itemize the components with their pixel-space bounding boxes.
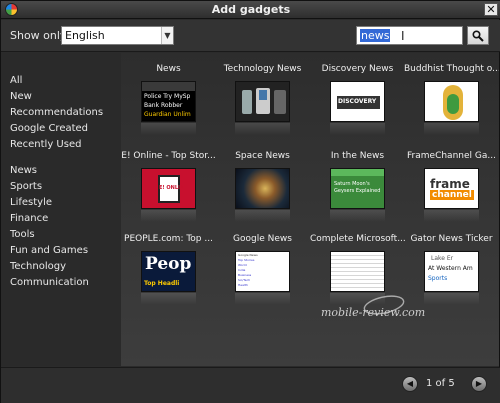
gadget-title: Gator News Ticker — [410, 234, 493, 244]
chevron-down-icon[interactable]: ▼ — [161, 27, 173, 44]
sidebar-item-lifestyle[interactable]: Lifestyle — [10, 197, 52, 208]
gadget-title: Buddhist Thought o... — [404, 64, 499, 74]
gadget-thumbnail[interactable] — [424, 81, 479, 122]
language-select[interactable]: English ▼ — [61, 26, 174, 45]
gadget-title: FrameChannel Ga... — [407, 151, 496, 161]
gadget-tile[interactable]: Space News — [215, 140, 310, 230]
gadget-tile[interactable]: Google News Google News Top Stories Worl… — [215, 223, 310, 313]
gadget-thumbnail[interactable] — [330, 251, 385, 292]
next-page-button[interactable]: ▶ — [471, 376, 487, 392]
watermark-text: mobile-review.com — [321, 306, 426, 319]
gadget-title: E! Online - Top Stor... — [121, 151, 216, 161]
gadget-thumbnail[interactable]: Lake Er At Western Am Sports — [424, 251, 479, 292]
sidebar-item-fun-and-games[interactable]: Fun and Games — [10, 245, 88, 256]
sidebar-item-recently-used[interactable]: Recently Used — [10, 139, 81, 150]
gadget-thumbnail[interactable]: Saturn Moon's Geysers Explained — [330, 168, 385, 209]
gadget-thumbnail[interactable]: E! ONLINE — [141, 168, 196, 209]
sidebar-item-sports[interactable]: Sports — [10, 181, 42, 192]
search-icon — [472, 30, 484, 42]
gadget-thumbnail[interactable]: Google News Top Stories World India Busi… — [235, 251, 290, 292]
gadget-thumbnail[interactable] — [235, 168, 290, 209]
search-button[interactable] — [467, 26, 489, 45]
previous-page-button[interactable]: ◀ — [402, 376, 418, 392]
sidebar-item-technology[interactable]: Technology — [10, 261, 66, 272]
close-button[interactable]: ✕ — [484, 3, 498, 16]
watermark: mobile-review.com — [301, 292, 496, 332]
category-sidebar: All New Recommendations Google Created R… — [1, 53, 121, 366]
gadget-title: In the News — [330, 151, 385, 161]
gadget-tile[interactable]: News Police Try MySp Bank Robber Guardia… — [121, 53, 216, 143]
page-indicator: 1 of 5 — [426, 378, 455, 389]
gadget-title: PEOPLE.com: Top ... — [124, 234, 213, 244]
search-input[interactable]: news I — [356, 26, 463, 45]
sidebar-item-tools[interactable]: Tools — [10, 229, 35, 240]
gadget-title: Google News — [233, 234, 292, 244]
title-bar[interactable]: Add gadgets ✕ — [1, 1, 500, 19]
window-title: Add gadgets — [211, 3, 291, 16]
gadget-thumbnail[interactable]: Police Try MySp Bank Robber Guardian Unl… — [141, 81, 196, 122]
sidebar-item-recommendations[interactable]: Recommendations — [10, 107, 103, 118]
gadget-tile[interactable]: Discovery News DISCOVERY — [310, 53, 405, 143]
text-cursor-icon: I — [401, 29, 405, 43]
gadget-title: Complete Microsoft... — [310, 234, 405, 244]
gadget-tile[interactable]: PEOPLE.com: Top ... Peop Top Headli — [121, 223, 216, 313]
gadget-thumbnail[interactable] — [235, 81, 290, 122]
gadget-tile[interactable]: FrameChannel Ga... frame channel — [404, 140, 499, 230]
gadget-tile[interactable]: Buddhist Thought o... — [404, 53, 499, 143]
gadget-title: Discovery News — [321, 64, 394, 74]
add-gadgets-dialog: Add gadgets ✕ Show only: English ▼ news … — [0, 0, 500, 403]
gadget-thumbnail[interactable]: DISCOVERY — [330, 81, 385, 122]
gadget-thumbnail[interactable]: Peop Top Headli — [141, 251, 196, 292]
language-select-value: English — [65, 29, 105, 42]
gadget-thumbnail[interactable]: frame channel — [424, 168, 479, 209]
sidebar-item-all[interactable]: All — [10, 75, 22, 86]
filter-bar: Show only: English ▼ news I — [1, 20, 500, 52]
gadget-tile[interactable]: E! Online - Top Stor... E! ONLINE — [121, 140, 216, 230]
gadget-title: Space News — [235, 151, 290, 161]
sidebar-item-news[interactable]: News — [10, 165, 37, 176]
gadget-tile[interactable]: Technology News — [215, 53, 310, 143]
sidebar-item-new[interactable]: New — [10, 91, 32, 102]
search-input-value: news — [360, 29, 391, 42]
gadget-tile[interactable]: In the News Saturn Moon's Geysers Explai… — [310, 140, 405, 230]
gadget-title: Technology News — [223, 64, 302, 74]
sidebar-item-communication[interactable]: Communication — [10, 277, 89, 288]
sidebar-item-finance[interactable]: Finance — [10, 213, 48, 224]
pagination-bar: ◀ 1 of 5 ▶ — [1, 367, 500, 403]
gadget-title: News — [156, 64, 181, 74]
sidebar-item-google-created[interactable]: Google Created — [10, 123, 88, 134]
